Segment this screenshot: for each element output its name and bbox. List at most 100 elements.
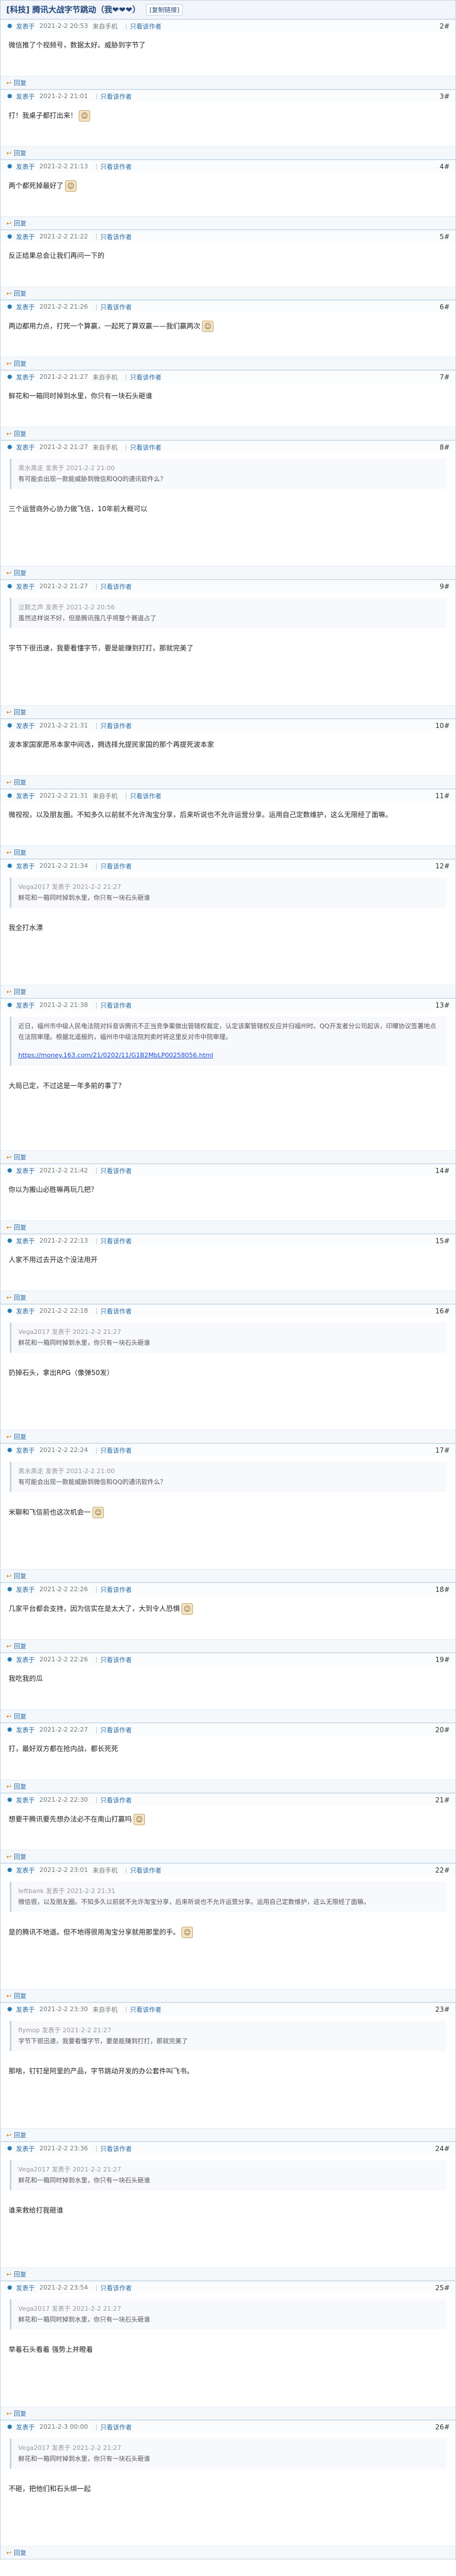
post-author[interactable]: 发表于 [16,2283,35,2292]
only-author-link[interactable]: 只看该作者 [100,2283,132,2292]
post-floor[interactable]: 6# [439,303,450,311]
post-floor[interactable]: 24# [435,2145,450,2153]
post-author[interactable]: 发表于 [16,1307,35,1316]
post-floor[interactable]: 14# [435,1167,450,1175]
only-author-link[interactable]: 只看该作者 [100,1446,132,1455]
post-author[interactable]: 发表于 [16,1655,35,1664]
only-author-link[interactable]: 只看该作者 [100,92,132,101]
reply-button[interactable]: ↩ 回复 [6,1223,26,1232]
only-author-link[interactable]: 只看该作者 [100,721,132,730]
reply-button[interactable]: ↩ 回复 [6,2409,26,2418]
only-author-link[interactable]: 只看该作者 [130,373,162,382]
post-author[interactable]: 发表于 [16,443,35,452]
post-author[interactable]: 发表于 [16,22,35,31]
only-author-link[interactable]: 只看该作者 [100,302,132,312]
post-floor[interactable]: 19# [435,1656,450,1664]
reply-button[interactable]: ↩ 回复 [6,219,26,228]
post-floor[interactable]: 3# [439,92,450,100]
post-author[interactable]: 发表于 [16,232,35,241]
reply-button[interactable]: ↩ 回复 [6,2270,26,2279]
reply-button[interactable]: ↩ 回复 [6,148,26,157]
post-author[interactable]: 发表于 [16,721,35,730]
post-author[interactable]: 发表于 [16,1166,35,1175]
only-author-link[interactable]: 只看该作者 [100,862,132,871]
reply-button[interactable]: ↩ 回复 [6,1712,26,1721]
post-author[interactable]: 发表于 [16,791,35,800]
post-author[interactable]: 发表于 [16,2144,35,2153]
only-author-link[interactable]: 只看该作者 [130,22,162,31]
reply-button[interactable]: ↩ 回复 [6,1991,26,2000]
only-author-link[interactable]: 只看该作者 [100,2423,132,2432]
reply-button[interactable]: ↩ 回复 [6,848,26,857]
only-author-link[interactable]: 只看该作者 [130,1866,162,1875]
post-floor[interactable]: 5# [439,233,450,241]
reply-button[interactable]: ↩ 回复 [6,289,26,298]
only-author-link[interactable]: 只看该作者 [100,1655,132,1664]
post-author[interactable]: 发表于 [16,1795,35,1805]
post-author[interactable]: 发表于 [16,1725,35,1734]
reply-button[interactable]: ↩ 回复 [6,707,26,717]
post-author[interactable]: 发表于 [16,1001,35,1010]
post-floor[interactable]: 4# [439,163,450,171]
reply-button[interactable]: ↩ 回复 [6,1152,26,1162]
post-author[interactable]: 发表于 [16,162,35,171]
post-floor[interactable]: 20# [435,1726,450,1734]
only-author-link[interactable]: 只看该作者 [100,1166,132,1175]
post-floor[interactable]: 17# [435,1446,450,1454]
post-floor[interactable]: 10# [435,722,450,730]
reply-button[interactable]: ↩ 回复 [6,1293,26,1302]
post-floor[interactable]: 13# [435,1001,450,1009]
only-author-link[interactable]: 只看该作者 [100,232,132,241]
post-floor[interactable]: 11# [435,792,450,800]
post-floor[interactable]: 9# [439,583,450,591]
reply-button[interactable]: ↩ 回复 [6,568,26,577]
only-author-link[interactable]: 只看该作者 [100,1725,132,1734]
reply-button[interactable]: ↩ 回复 [6,2130,26,2140]
only-author-link[interactable]: 只看该作者 [100,2144,132,2153]
only-author-link[interactable]: 只看该作者 [130,443,162,452]
only-author-link[interactable]: 只看该作者 [130,2005,162,2014]
post-author[interactable]: 发表于 [16,582,35,591]
reply-button[interactable]: ↩ 回复 [6,987,26,996]
post-author[interactable]: 发表于 [16,1236,35,1245]
reply-button[interactable]: ↩ 回复 [6,778,26,787]
post-author[interactable]: 发表于 [16,1866,35,1875]
source-link[interactable]: https://money.163.com/21/0202/11/G1B2MbL… [18,1050,439,1061]
post-floor[interactable]: 2# [439,22,450,30]
reply-button[interactable]: ↩ 回复 [6,78,26,87]
post-floor[interactable]: 7# [439,373,450,381]
only-author-link[interactable]: 只看该作者 [100,1795,132,1805]
post-floor[interactable]: 21# [435,1796,450,1804]
only-author-link[interactable]: 只看该作者 [100,1307,132,1316]
post-floor[interactable]: 25# [435,2284,450,2292]
post-author[interactable]: 发表于 [16,373,35,382]
reply-button[interactable]: ↩ 回复 [6,429,26,438]
only-author-link[interactable]: 只看该作者 [130,791,162,800]
post-floor[interactable]: 16# [435,1307,450,1315]
post-author[interactable]: 发表于 [16,2005,35,2014]
post-floor[interactable]: 22# [435,1866,450,1874]
post-floor[interactable]: 8# [439,443,450,451]
post-floor[interactable]: 12# [435,862,450,870]
reply-button[interactable]: ↩ 回复 [6,1571,26,1580]
reply-button[interactable]: ↩ 回复 [6,1432,26,1441]
post-floor[interactable]: 26# [435,2423,450,2431]
reply-button[interactable]: ↩ 回复 [6,359,26,368]
only-author-link[interactable]: 只看该作者 [100,1001,132,1010]
post-author[interactable]: 发表于 [16,1446,35,1455]
only-author-link[interactable]: 只看该作者 [100,162,132,171]
post-floor[interactable]: 15# [435,1237,450,1245]
post-floor[interactable]: 18# [435,1586,450,1594]
only-author-link[interactable]: 只看该作者 [100,1236,132,1245]
post-floor[interactable]: 23# [435,2005,450,2013]
post-author[interactable]: 发表于 [16,2423,35,2432]
only-author-link[interactable]: 只看该作者 [100,1585,132,1594]
copy-link-button[interactable]: [复制链接] [146,4,183,15]
post-author[interactable]: 发表于 [16,862,35,871]
reply-button[interactable]: ↩ 回复 [6,1782,26,1791]
post-author[interactable]: 发表于 [16,302,35,312]
only-author-link[interactable]: 只看该作者 [100,582,132,591]
reply-button[interactable]: ↩ 回复 [6,1641,26,1651]
post-author[interactable]: 发表于 [16,1585,35,1594]
reply-button[interactable]: ↩ 回复 [6,2548,26,2557]
